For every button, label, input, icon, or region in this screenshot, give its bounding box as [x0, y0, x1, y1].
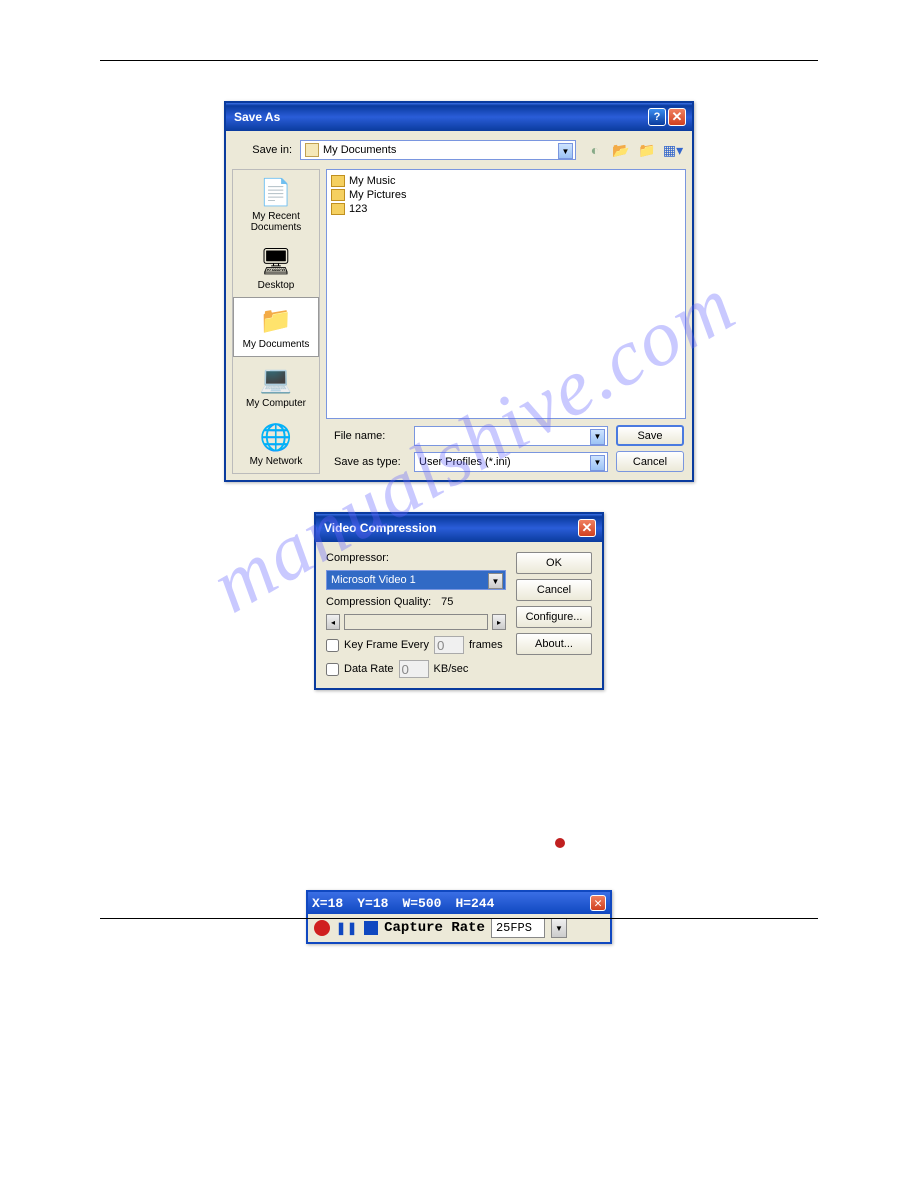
datarate-checkbox[interactable] [326, 663, 339, 676]
folder-icon [331, 203, 345, 215]
help-button[interactable]: ? [648, 108, 666, 126]
stop-button[interactable] [364, 921, 378, 935]
saveastype-label: Save as type: [334, 456, 406, 468]
filename-label: File name: [334, 430, 406, 442]
list-item[interactable]: My Music [331, 174, 681, 188]
close-button[interactable]: ✕ [590, 895, 606, 911]
file-name: My Pictures [349, 189, 406, 201]
file-list[interactable]: My Music My Pictures 123 [326, 169, 686, 419]
saveas-title: Save As [234, 110, 280, 124]
quality-slider[interactable]: ◂ ▸ [326, 614, 506, 630]
new-folder-icon[interactable]: 📁 [636, 139, 658, 161]
cancel-button[interactable]: Cancel [516, 579, 592, 601]
slider-track[interactable] [344, 614, 488, 630]
chevron-down-icon[interactable]: ▼ [488, 573, 503, 589]
quality-value: 75 [441, 596, 453, 608]
cancel-button[interactable]: Cancel [616, 451, 684, 472]
datarate-input[interactable] [399, 660, 429, 678]
slider-right-icon[interactable]: ▸ [492, 614, 506, 630]
places-bar: 📄 My Recent Documents 🖥 Desktop 📁 My Doc… [232, 169, 320, 474]
network-icon: 🌐 [260, 421, 292, 453]
list-item[interactable]: 123 [331, 202, 681, 216]
compressor-value: Microsoft Video 1 [331, 574, 416, 586]
video-compression-dialog: Video Compression ✕ Compressor: Microsof… [314, 512, 604, 690]
chevron-down-icon[interactable]: ▼ [590, 455, 605, 471]
capture-statusbar: X=18 Y=18 W=500 H=244 ✕ [308, 892, 610, 914]
datarate-unit: KB/sec [434, 663, 469, 675]
pause-button[interactable]: ❚❚ [336, 921, 358, 935]
place-network-label: My Network [235, 456, 317, 467]
capture-w: W=500 [402, 896, 441, 911]
top-rule [100, 60, 818, 61]
compressor-dropdown[interactable]: Microsoft Video 1 ▼ [326, 570, 506, 590]
red-dot-icon [555, 838, 565, 848]
record-button[interactable] [314, 920, 330, 936]
place-computer-label: My Computer [235, 398, 317, 409]
place-recent-label: My Recent Documents [235, 211, 317, 233]
save-button[interactable]: Save [616, 425, 684, 446]
capture-rate-input[interactable]: 25FPS [491, 918, 545, 938]
computer-icon: 💻 [260, 363, 292, 395]
about-button[interactable]: About... [516, 633, 592, 655]
capture-rate-label: Capture Rate [384, 920, 485, 936]
vc-title: Video Compression [324, 521, 436, 535]
back-icon[interactable]: ◐ [584, 139, 606, 161]
place-documents[interactable]: 📁 My Documents [233, 297, 319, 357]
quality-label: Compression Quality: [326, 596, 431, 608]
place-network[interactable]: 🌐 My Network [233, 415, 319, 473]
keyframe-label: Key Frame Every [344, 639, 429, 651]
ok-button[interactable]: OK [516, 552, 592, 574]
keyframe-checkbox[interactable] [326, 639, 339, 652]
capture-y: Y=18 [357, 896, 388, 911]
capture-rate-value: 25FPS [496, 921, 532, 935]
up-folder-icon[interactable]: 📂 [610, 139, 632, 161]
keyframe-unit: frames [469, 639, 503, 651]
saveastype-value: User Profiles (*.ini) [419, 456, 511, 468]
close-button[interactable]: ✕ [668, 108, 686, 126]
desktop-icon: 🖥 [260, 245, 292, 277]
capture-x: X=18 [312, 896, 343, 911]
file-name: My Music [349, 175, 395, 187]
view-menu-icon[interactable]: ▦▾ [662, 139, 684, 161]
place-computer[interactable]: 💻 My Computer [233, 357, 319, 415]
vc-titlebar: Video Compression ✕ [316, 514, 602, 542]
folder-icon [331, 189, 345, 201]
savein-label: Save in: [234, 144, 292, 156]
chevron-down-icon[interactable]: ▼ [558, 143, 573, 159]
chevron-down-icon[interactable]: ▼ [590, 429, 605, 445]
keyframe-input[interactable] [434, 636, 464, 654]
place-desktop-label: Desktop [235, 280, 317, 291]
filename-input[interactable]: ▼ [414, 426, 608, 446]
folder-icon [305, 143, 319, 157]
documents-icon: 📁 [260, 304, 292, 336]
folder-icon [331, 175, 345, 187]
list-item[interactable]: My Pictures [331, 188, 681, 202]
place-desktop[interactable]: 🖥 Desktop [233, 239, 319, 297]
recent-icon: 📄 [260, 176, 292, 208]
close-button[interactable]: ✕ [578, 519, 596, 537]
file-name: 123 [349, 203, 367, 215]
bottom-rule [100, 918, 818, 919]
savein-dropdown[interactable]: My Documents ▼ [300, 140, 576, 160]
savein-value: My Documents [323, 144, 396, 156]
datarate-label: Data Rate [344, 663, 394, 675]
configure-button[interactable]: Configure... [516, 606, 592, 628]
chevron-down-icon[interactable]: ▼ [551, 918, 567, 938]
capture-h: H=244 [455, 896, 494, 911]
slider-left-icon[interactable]: ◂ [326, 614, 340, 630]
saveas-titlebar: Save As ? ✕ [226, 103, 692, 131]
place-recent[interactable]: 📄 My Recent Documents [233, 170, 319, 239]
place-documents-label: My Documents [236, 339, 316, 350]
saveastype-dropdown[interactable]: User Profiles (*.ini) ▼ [414, 452, 608, 472]
compressor-label: Compressor: [326, 552, 506, 564]
saveas-dialog: Save As ? ✕ Save in: My Documents ▼ ◐ 📂 … [224, 101, 694, 482]
